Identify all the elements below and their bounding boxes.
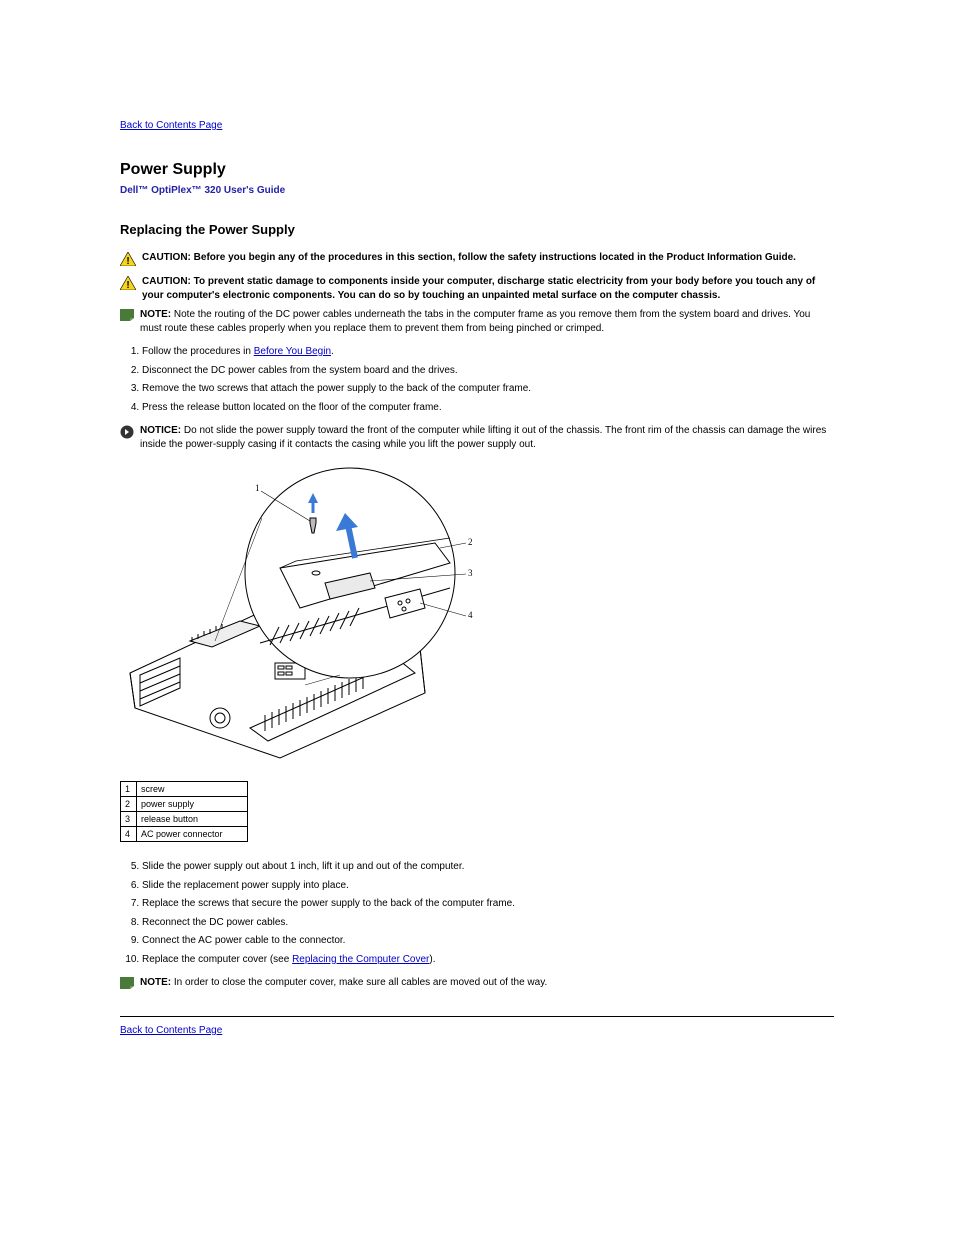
label-text: release button	[137, 812, 248, 827]
step-item: Disconnect the DC power cables from the …	[142, 364, 834, 378]
svg-text:!: !	[126, 256, 129, 266]
table-row: 1screw	[121, 782, 248, 797]
step-item: Follow the procedures in Before You Begi…	[142, 345, 834, 359]
inline-link[interactable]: Replacing the Computer Cover	[292, 954, 429, 965]
caution-triangle-icon: !	[120, 276, 136, 293]
inline-link[interactable]: Before You Begin	[254, 346, 331, 357]
caution-2-text: CAUTION: To prevent static damage to com…	[142, 276, 815, 301]
caution-triangle-icon: !	[120, 252, 136, 269]
product-subtitle: Dell™ OptiPlex™ 320 User's Guide	[120, 185, 834, 196]
svg-text:!: !	[126, 280, 129, 290]
caution-1-text: CAUTION: Before you begin any of the pro…	[142, 252, 796, 263]
diagram-label-table: 1screw2power supply3release button4AC po…	[120, 781, 248, 842]
back-to-contents-bottom[interactable]: Back to Contents Page	[120, 1025, 222, 1036]
label-number: 4	[121, 827, 137, 842]
note-1-text: NOTE: Note the routing of the DC power c…	[140, 308, 834, 335]
table-row: 3release button	[121, 812, 248, 827]
label-text: screw	[137, 782, 248, 797]
step-item: Connect the AC power cable to the connec…	[142, 934, 834, 948]
power-supply-diagram: 1 2 3 4	[120, 463, 834, 763]
replace-heading: Replacing the Power Supply	[120, 222, 834, 237]
step-item: Press the release button located on the …	[142, 401, 834, 415]
steps-list-a: Follow the procedures in Before You Begi…	[142, 345, 834, 414]
label-number: 1	[121, 782, 137, 797]
note-2: NOTE: In order to close the computer cov…	[120, 976, 834, 992]
page-title: Power Supply	[120, 161, 834, 179]
back-to-contents-top[interactable]: Back to Contents Page	[120, 120, 222, 131]
step-item: Replace the computer cover (see Replacin…	[142, 953, 834, 967]
svg-text:2: 2	[468, 537, 473, 547]
step-item: Slide the replacement power supply into …	[142, 879, 834, 893]
step-item: Remove the two screws that attach the po…	[142, 382, 834, 396]
label-number: 3	[121, 812, 137, 827]
note-2-text: NOTE: In order to close the computer cov…	[140, 976, 834, 990]
note-icon	[120, 977, 134, 992]
table-row: 2power supply	[121, 797, 248, 812]
section-divider	[120, 1016, 834, 1017]
svg-text:4: 4	[468, 610, 473, 620]
step-item: Slide the power supply out about 1 inch,…	[142, 860, 834, 874]
notice-1: NOTICE: Do not slide the power supply to…	[120, 424, 834, 451]
step-item: Reconnect the DC power cables.	[142, 916, 834, 930]
svg-text:1: 1	[255, 483, 260, 493]
caution-alert-1: ! CAUTION: Before you begin any of the p…	[120, 251, 834, 269]
table-row: 4AC power connector	[121, 827, 248, 842]
note-1: NOTE: Note the routing of the DC power c…	[120, 308, 834, 335]
steps-list-b: Slide the power supply out about 1 inch,…	[142, 860, 834, 966]
svg-text:3: 3	[468, 568, 473, 578]
caution-alert-2: ! CAUTION: To prevent static damage to c…	[120, 275, 834, 302]
notice-1-text: NOTICE: Do not slide the power supply to…	[140, 424, 834, 451]
label-text: AC power connector	[137, 827, 248, 842]
note-icon	[120, 309, 134, 324]
label-number: 2	[121, 797, 137, 812]
label-text: power supply	[137, 797, 248, 812]
notice-icon	[120, 425, 134, 442]
step-item: Replace the screws that secure the power…	[142, 897, 834, 911]
